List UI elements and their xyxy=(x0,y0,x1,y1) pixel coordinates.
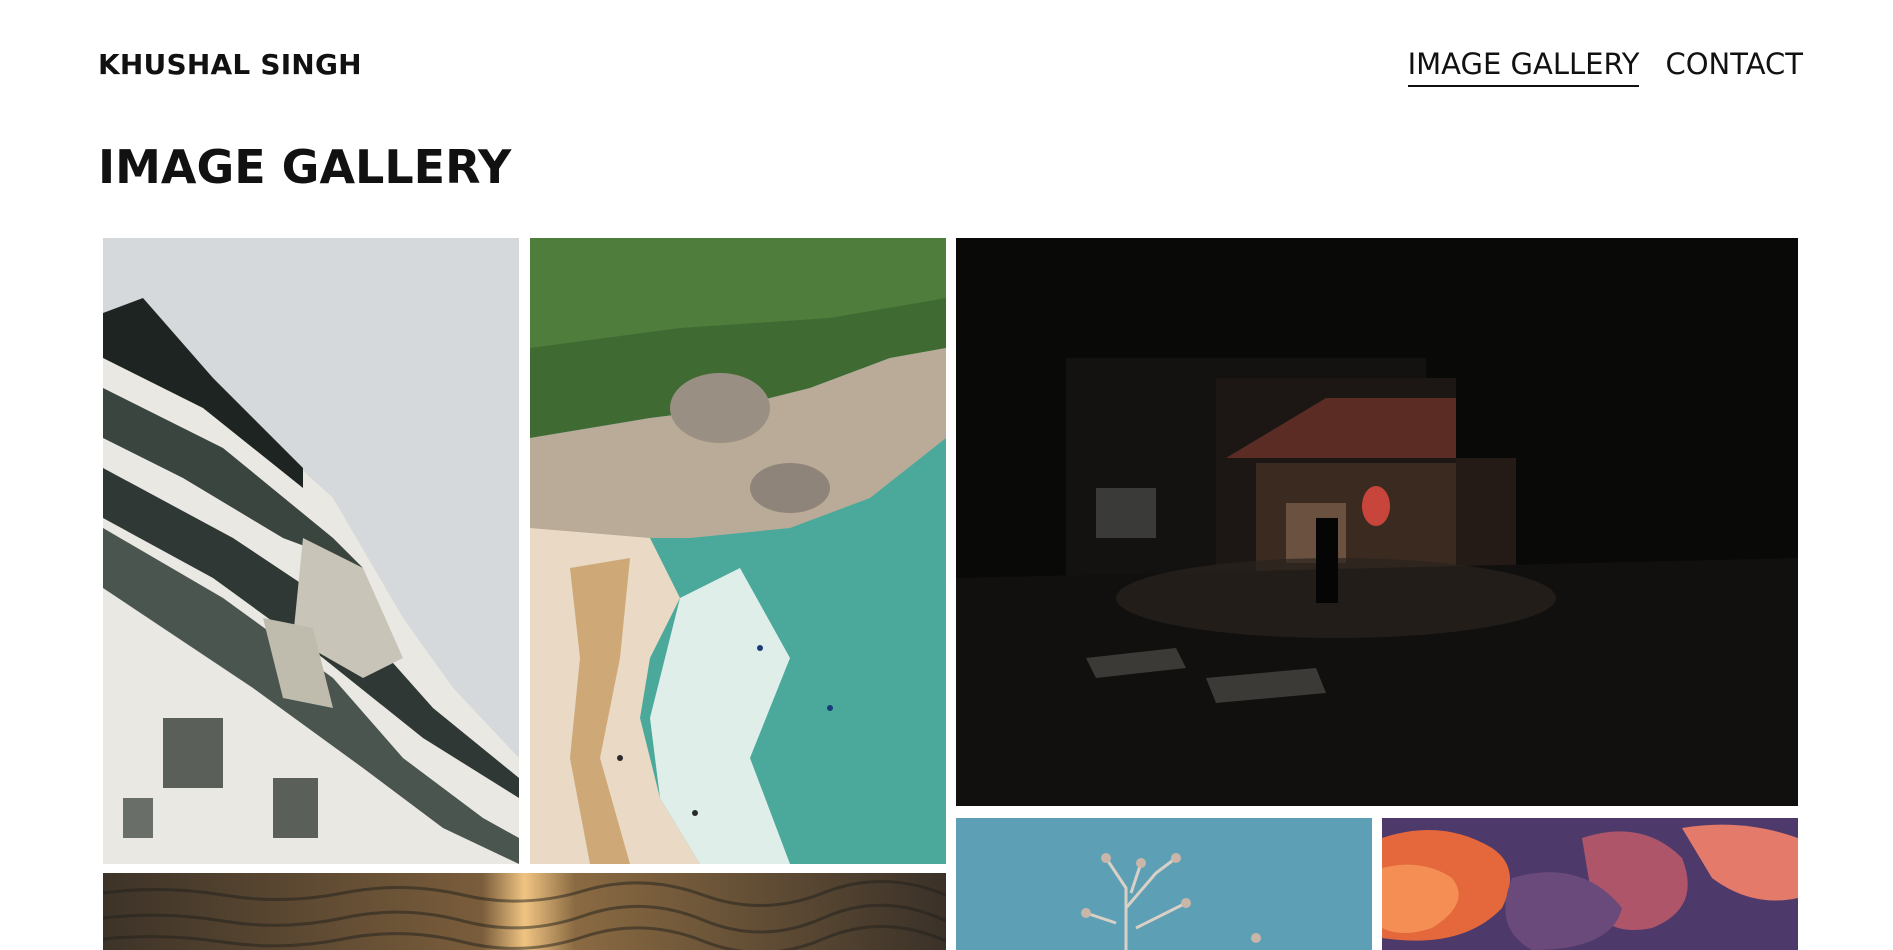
gallery-image-beach[interactable] xyxy=(530,238,946,864)
sunset-sea-photo xyxy=(103,873,946,950)
gallery-image-sunset-clouds[interactable] xyxy=(1382,818,1798,950)
site-brand[interactable]: KHUSHAL SINGH xyxy=(98,48,362,81)
page-title: IMAGE GALLERY xyxy=(98,140,512,194)
dry-plant-photo xyxy=(956,818,1372,950)
gallery-image-sunset-sea[interactable] xyxy=(103,873,946,950)
castle-photo xyxy=(103,238,519,864)
main-nav: IMAGE GALLERY CONTACT xyxy=(1407,47,1803,87)
night-street-photo xyxy=(956,238,1798,806)
nav-link-contact[interactable]: CONTACT xyxy=(1665,47,1803,87)
site-header: KHUSHAL SINGH IMAGE GALLERY CONTACT xyxy=(0,0,1893,120)
nav-link-image-gallery[interactable]: IMAGE GALLERY xyxy=(1407,47,1640,87)
sunset-clouds-photo xyxy=(1382,818,1798,950)
gallery-image-dry-plant[interactable] xyxy=(956,818,1372,950)
gallery-image-night-street[interactable] xyxy=(956,238,1798,806)
gallery-image-castle[interactable] xyxy=(103,238,519,864)
beach-photo xyxy=(530,238,946,864)
